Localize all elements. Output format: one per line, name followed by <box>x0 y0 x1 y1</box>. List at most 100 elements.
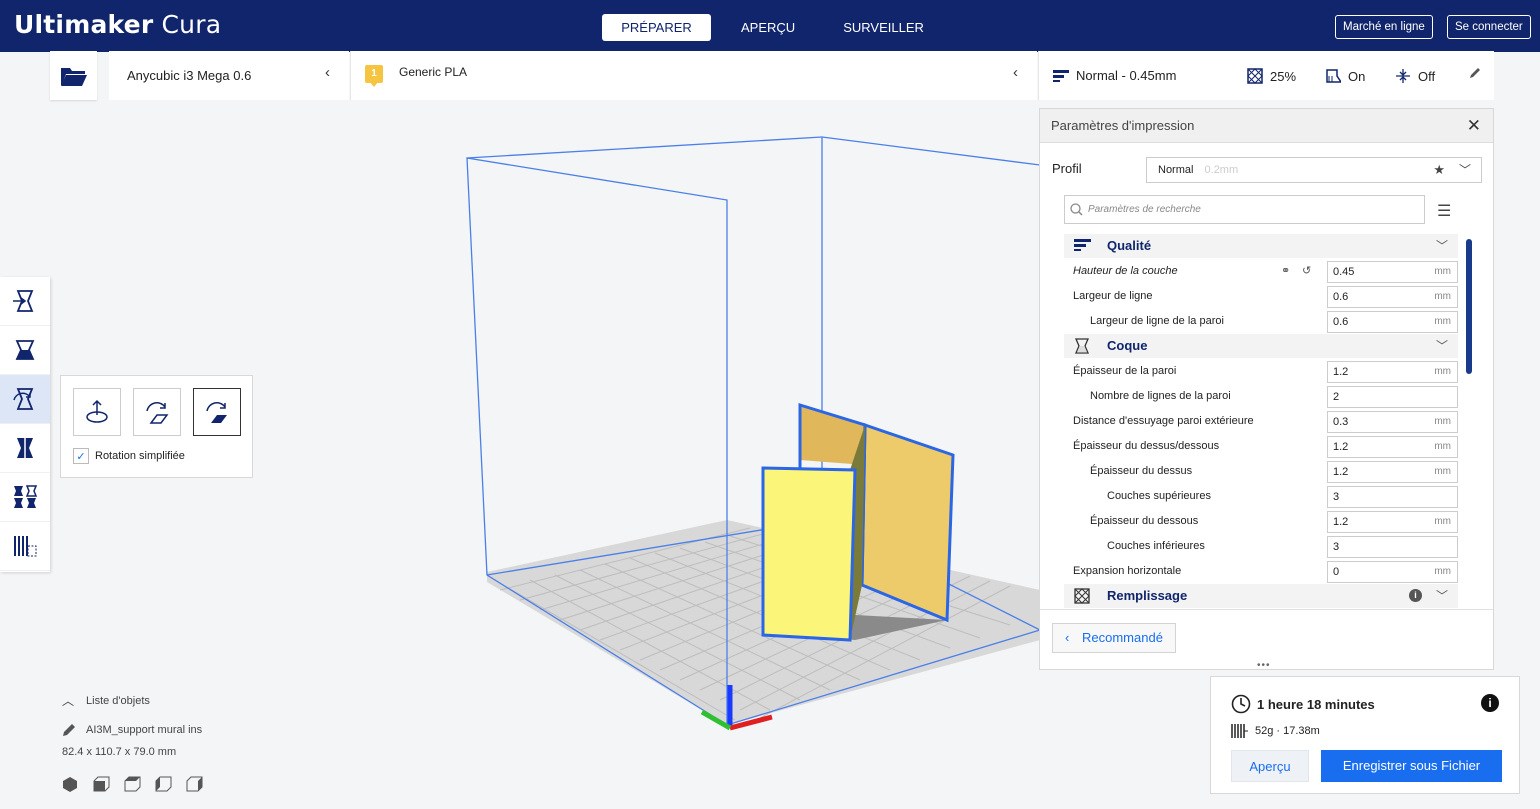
setting-input[interactable]: 0 mm <box>1327 561 1458 583</box>
model-right-panel <box>860 422 955 623</box>
reset-rotation-icon <box>86 399 108 423</box>
setting-value: 1.2 <box>1333 466 1349 478</box>
machine-name: Anycubic i3 Mega 0.6 <box>127 68 252 83</box>
marketplace-button[interactable]: Marché en ligne <box>1335 15 1433 39</box>
object-list-toggle[interactable]: ︿ Liste d'objets <box>62 692 203 709</box>
mirror-tool[interactable] <box>0 424 50 473</box>
link-icon[interactable]: ⚭ <box>1281 259 1290 284</box>
setting-input[interactable]: 0.3 mm <box>1327 411 1458 433</box>
setting-input[interactable]: 3 <box>1327 486 1458 508</box>
setting-value: 2 <box>1333 391 1340 403</box>
settings-list: Qualité ﹀ Hauteur de la couche ⚭ ↺ 0.45 m… <box>1064 234 1458 608</box>
move-tool[interactable] <box>0 277 50 326</box>
simplified-rotation-label: Rotation simplifiée <box>95 450 185 462</box>
star-icon[interactable]: ★ <box>1433 158 1445 182</box>
3d-viewport[interactable] <box>380 120 1040 740</box>
print-time: 1 heure 18 minutes <box>1231 694 1375 714</box>
tab-preview[interactable]: APERÇU <box>717 14 819 41</box>
material-selector[interactable]: 1 Generic PLA ‹ <box>350 51 1037 100</box>
category-shell[interactable]: Coque ﹀ <box>1064 334 1458 358</box>
chevron-left-icon: ‹ <box>1013 64 1018 81</box>
view-front-icon[interactable] <box>93 776 110 793</box>
recommended-button[interactable]: ‹ Recommandé <box>1052 623 1176 653</box>
view-left-icon[interactable] <box>155 776 172 793</box>
object-list-label: Liste d'objets <box>86 694 150 707</box>
app-logo: Ultimaker Cura <box>14 10 221 39</box>
setting-input[interactable]: 1.2 mm <box>1327 511 1458 533</box>
machine-selector[interactable]: Anycubic i3 Mega 0.6 ‹ <box>109 51 349 100</box>
per-model-settings-tool[interactable] <box>0 473 50 522</box>
recommended-label: Recommandé <box>1082 630 1163 645</box>
print-settings-title: Paramètres d'impression <box>1051 118 1195 133</box>
setting-unit: mm <box>1434 566 1451 577</box>
view-orientation-buttons <box>62 776 203 793</box>
login-button[interactable]: Se connecter <box>1447 15 1531 39</box>
pencil-icon[interactable] <box>1469 67 1481 82</box>
tab-prepare[interactable]: PRÉPARER <box>602 14 711 41</box>
lay-flat-button[interactable] <box>133 388 181 436</box>
setting-input[interactable]: 2 <box>1327 386 1458 408</box>
lay-flat-icon <box>146 402 169 424</box>
object-name: AI3M_support mural ins <box>86 724 203 736</box>
setting-value: 3 <box>1333 491 1340 503</box>
chevron-down-icon: ﹀ <box>1458 163 1471 177</box>
preview-button[interactable]: Aperçu <box>1231 750 1309 782</box>
setting-row: Largeur de ligne de la paroi 0.6 mm <box>1064 309 1458 334</box>
view-top-icon[interactable] <box>124 776 141 793</box>
output-action-panel: 1 heure 18 minutes i 52g · 17.38m Aperçu… <box>1210 676 1520 794</box>
profile-summary-label: Normal - 0.45mm <box>1076 68 1177 83</box>
reset-icon[interactable]: ↺ <box>1302 259 1311 284</box>
category-quality[interactable]: Qualité ﹀ <box>1064 234 1458 258</box>
setting-row: Expansion horizontale 0 mm <box>1064 559 1458 584</box>
category-infill[interactable]: Remplissage i ﹀ <box>1064 584 1458 608</box>
rotate-tool[interactable] <box>0 375 50 424</box>
setting-input[interactable]: 0.6 mm <box>1327 311 1458 333</box>
view-right-icon[interactable] <box>186 776 203 793</box>
resize-handle[interactable]: ••• <box>1257 660 1271 671</box>
select-face-to-align-button[interactable] <box>193 388 241 436</box>
rotate-options-panel: ✓ Rotation simplifiée <box>60 375 253 478</box>
reset-rotation-button[interactable] <box>73 388 121 436</box>
search-icon <box>1070 203 1083 216</box>
support-blocker-tool[interactable] <box>0 522 50 571</box>
simplified-rotation-option[interactable]: ✓ Rotation simplifiée <box>73 448 185 464</box>
info-icon[interactable]: i <box>1481 694 1499 712</box>
material-usage: 52g · 17.38m <box>1231 723 1320 739</box>
info-icon[interactable]: i <box>1409 589 1422 602</box>
save-to-file-button[interactable]: Enregistrer sous Fichier <box>1321 750 1502 782</box>
setting-input[interactable]: 1.2 mm <box>1327 361 1458 383</box>
view-3d-icon[interactable] <box>62 776 79 793</box>
simplified-rotation-checkbox[interactable]: ✓ <box>73 448 89 464</box>
scale-tool[interactable] <box>0 326 50 375</box>
settings-menu-icon[interactable]: ☰ <box>1437 201 1451 221</box>
setting-label: Couches supérieures <box>1107 490 1211 502</box>
per-model-settings-icon <box>14 485 38 508</box>
setting-input[interactable]: 0.45 mm <box>1327 261 1458 283</box>
close-icon[interactable]: ✕ <box>1467 109 1481 143</box>
settings-scrollbar[interactable] <box>1466 239 1472 374</box>
infill-icon <box>1074 588 1090 604</box>
setting-input[interactable]: 1.2 mm <box>1327 436 1458 458</box>
tab-monitor[interactable]: SURVEILLER <box>819 14 948 41</box>
chevron-down-icon: ﹀ <box>1435 589 1448 603</box>
open-file-button[interactable] <box>50 51 97 100</box>
setting-unit: mm <box>1434 291 1451 302</box>
setting-unit: mm <box>1434 441 1451 452</box>
setting-input[interactable]: 0.6 mm <box>1327 286 1458 308</box>
setting-label: Hauteur de la couche <box>1073 265 1178 277</box>
setting-value: 0.45 <box>1333 266 1355 278</box>
object-name-row[interactable]: AI3M_support mural ins <box>62 723 203 737</box>
profile-dropdown[interactable]: Normal 0.2mm ★ ﹀ <box>1146 157 1482 183</box>
setting-label: Épaisseur de la paroi <box>1073 365 1177 377</box>
setting-unit: mm <box>1434 366 1451 377</box>
quality-icon <box>1074 239 1091 251</box>
setting-input[interactable]: 1.2 mm <box>1327 461 1458 483</box>
setting-input[interactable]: 3 <box>1327 536 1458 558</box>
settings-search-input[interactable]: Paramètres de recherche <box>1064 195 1425 224</box>
print-setup-selector[interactable]: Normal - 0.45mm 25% On Off <box>1038 51 1494 100</box>
material-name: Generic PLA <box>399 65 468 79</box>
profile-row: Profil Normal 0.2mm ★ ﹀ <box>1052 157 1482 183</box>
support-label: On <box>1348 68 1366 84</box>
setting-row: Épaisseur du dessus 1.2 mm <box>1064 459 1458 484</box>
chevron-up-icon: ︿ <box>62 694 75 708</box>
